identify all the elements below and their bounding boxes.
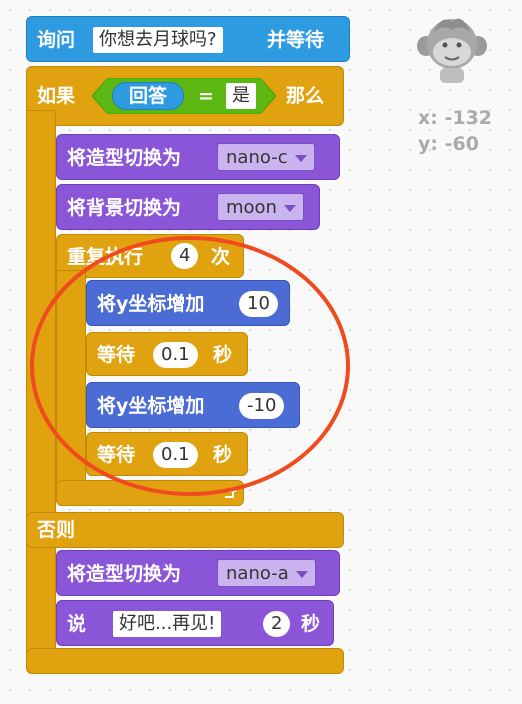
wait-label: 等待 [97,444,136,466]
wait-label: 等待 [97,344,136,366]
say-seconds-input[interactable]: 2 [263,611,291,637]
costume-dropdown[interactable]: nano-a [217,559,316,587]
wait-block[interactable]: 等待 0.1 秒 [86,432,248,476]
equals-sign: = [198,85,214,107]
chevron-down-icon [283,205,296,212]
chevron-down-icon [295,571,308,578]
change-y-value-input[interactable]: 10 [239,291,278,317]
sprite-x-readout: x: -132 [418,107,493,129]
monkey-sprite-icon [417,18,487,83]
wait-block[interactable]: 等待 0.1 秒 [86,332,248,376]
repeat-count-input[interactable]: 4 [171,243,199,269]
say-suffix: 秒 [301,613,321,635]
change-y-label: 将y坐标增加 [97,293,205,315]
sprite-thumbnail[interactable] [412,10,492,85]
backdrop-dropdown-value: moon [226,197,277,218]
change-y-block[interactable]: 将y坐标增加 10 [86,280,290,326]
wait-seconds-input[interactable]: 0.1 [153,342,198,368]
wait-suffix: 秒 [213,344,233,366]
repeat-label: 重复执行 [67,246,144,268]
wait-suffix: 秒 [213,444,233,466]
change-y-block[interactable]: 将y坐标增加 -10 [86,382,300,428]
say-text-input[interactable]: 好吧...再见! [113,611,222,637]
switch-backdrop-block[interactable]: 将背景切换为 moon [56,184,320,230]
switch-costume-block[interactable]: 将造型切换为 nano-a [56,550,340,596]
equals-value-input[interactable]: 是 [226,83,256,109]
switch-costume-block[interactable]: 将造型切换为 nano-c [56,134,340,180]
then-label: 那么 [286,85,325,107]
costume-dropdown-value: nano-a [226,563,289,584]
ask-text-input[interactable]: 你想去月球吗? [93,27,223,53]
answer-reporter-label: 回答 [128,85,167,107]
switch-backdrop-label: 将背景切换为 [67,197,182,219]
loop-arrow-icon [225,487,237,498]
if-label: 如果 [37,85,76,107]
backdrop-dropdown[interactable]: moon [217,193,304,221]
answer-reporter[interactable]: 回答 [112,82,184,110]
say-for-secs-block[interactable]: 说 好吧...再见! 2 秒 [56,600,334,646]
ask-and-wait-block[interactable]: 询问 你想去月球吗? 并等待 [26,16,350,62]
chevron-down-icon [294,155,307,162]
ask-label: 询问 [37,29,76,51]
else-label: 否则 [37,519,76,541]
equals-operator[interactable]: 回答 = 是 [92,78,276,114]
wait-seconds-input[interactable]: 0.1 [153,442,198,468]
change-y-label: 将y坐标增加 [97,395,205,417]
say-label: 说 [67,613,87,635]
ask-suffix: 并等待 [267,29,325,51]
if-else-spine [26,110,56,670]
repeat-suffix: 次 [211,246,231,268]
costume-dropdown-value: nano-c [226,147,288,168]
repeat-bottom [56,480,244,506]
repeat-spine [56,270,86,506]
if-else-bottom [26,648,344,674]
costume-dropdown[interactable]: nano-c [217,143,315,171]
switch-costume-label: 将造型切换为 [67,563,182,585]
switch-costume-label: 将造型切换为 [67,147,182,169]
sprite-y-readout: y: -60 [418,133,479,155]
else-section[interactable]: 否则 [26,512,344,548]
change-y-value-input[interactable]: -10 [239,393,285,419]
